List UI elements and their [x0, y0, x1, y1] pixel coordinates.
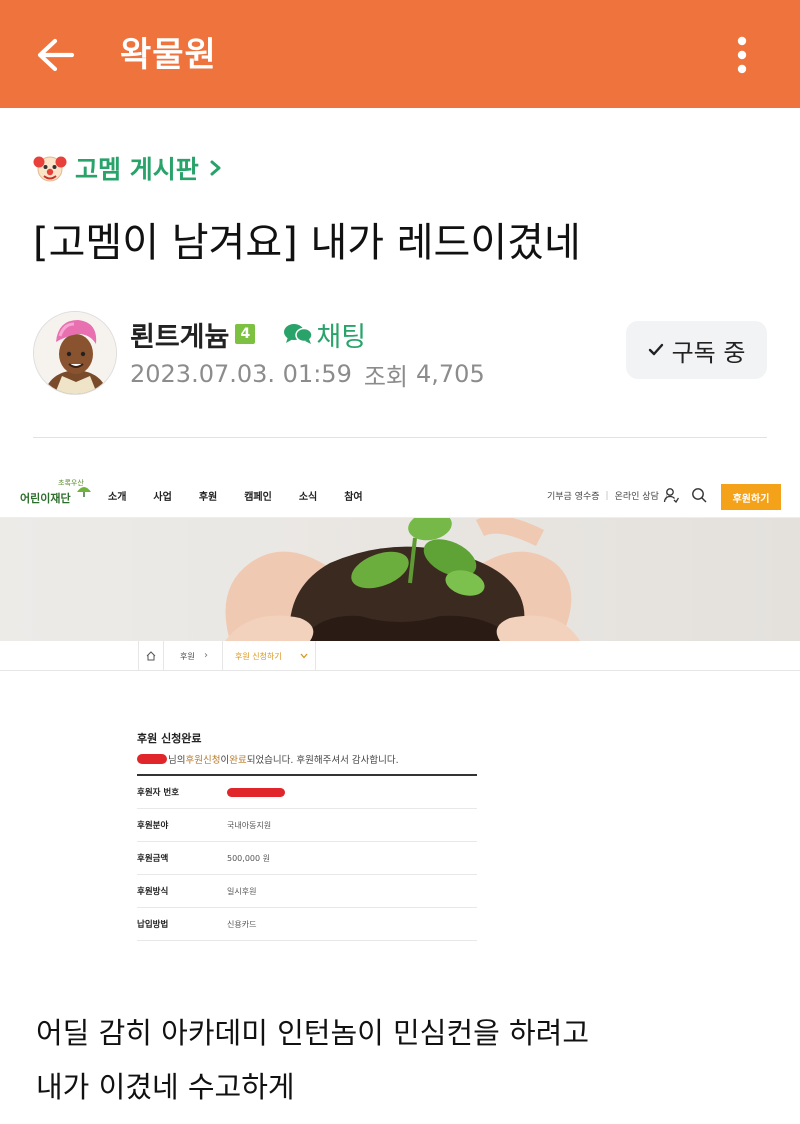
kebab-menu-icon [737, 36, 747, 74]
views-count: 4,705 [416, 360, 485, 388]
chat-bubbles-icon [284, 324, 314, 344]
table-row: 후원금액 500,000 원 [137, 842, 477, 875]
chat-link[interactable]: 채팅 [283, 315, 366, 354]
row-label: 후원자 번호 [137, 788, 180, 798]
more-options-button[interactable] [722, 30, 762, 80]
row-label: 후원분야 [137, 821, 169, 831]
complete-message: 님의 후원신청 이 완료 되었습니다. 후원해주셔서 감사합니다. [137, 752, 399, 766]
breadcrumb: 후원 › 후원 신청하기 [0, 641, 800, 671]
home-icon [146, 651, 156, 661]
crumb-separator: › [204, 650, 208, 661]
table-row: 후원자 번호 [137, 776, 477, 809]
row-value: 500,000 원 [227, 853, 270, 863]
site-menu-item: 소식 [298, 492, 318, 503]
board-link[interactable]: 고멤 게시판 [33, 148, 223, 188]
row-label: 후원방식 [137, 887, 169, 897]
message-accent: 후원신청 [185, 755, 221, 766]
donation-info-table: 후원자 번호 후원분야 국내아동지원 후원금액 500,000 원 후원방식 일… [137, 774, 477, 941]
site-util-link: 기부금 영수증 [547, 492, 600, 502]
site-menu: 소개 사업 후원 캠페인 소식 참여 [108, 488, 390, 503]
author-avatar[interactable] [33, 311, 117, 395]
row-value: 국내아동지원 [227, 820, 272, 830]
site-menu-item: 소개 [108, 492, 127, 503]
message-accent: 완료 [229, 755, 247, 766]
embedded-screenshot: 초록우산 어린이재단 소개 사업 후원 캠페인 소식 참여 기부금 영수증 | … [0, 470, 800, 980]
site-menu-item: 캠페인 [244, 492, 272, 503]
umbrella-leaf-icon [77, 487, 91, 497]
hero-banner-image [0, 518, 800, 641]
complete-title: 후원 신청완료 [137, 732, 202, 745]
back-button[interactable] [30, 30, 80, 80]
post-date: 2023.07.03. 01:59 [130, 360, 352, 388]
message-part: 이 [220, 755, 230, 766]
message-part: 되었습니다. 후원해주셔서 감사합니다. [246, 755, 399, 766]
divider [33, 437, 767, 438]
chevron-down-icon [300, 653, 308, 659]
util-separator: | [605, 490, 609, 501]
subscribe-button[interactable]: 구독 중 [626, 321, 767, 379]
author-line: 뢴트게늄 4 채팅 [130, 314, 366, 354]
author-name[interactable]: 뢴트게늄 [130, 315, 229, 354]
site-logo-main: 어린이재단 [20, 492, 71, 505]
board-name: 고멤 게시판 [75, 155, 199, 184]
site-nav: 초록우산 어린이재단 소개 사업 후원 캠페인 소식 참여 기부금 영수증 | … [0, 470, 800, 518]
site-menu-item: 참여 [344, 492, 363, 503]
arrow-left-icon [37, 38, 75, 72]
app-title: 왁물원 [120, 35, 217, 75]
table-row: 납입방법 신용카드 [137, 908, 477, 941]
row-label: 후원금액 [137, 854, 169, 864]
crumb-home [138, 641, 164, 671]
clown-face-icon [33, 156, 67, 182]
level-badge: 4 [235, 324, 256, 344]
site-menu-item: 사업 [153, 492, 172, 503]
site-menu-item: 후원 [198, 492, 218, 503]
post-body-line: 어딜 감히 아카데미 인턴놈이 민심컨을 하려고 [36, 1016, 590, 1050]
chat-label: 채팅 [316, 321, 367, 353]
redaction-mark [227, 787, 285, 797]
views-label: 조회 [363, 362, 409, 391]
post-body-line: 내가 이겼네 수고하게 [36, 1070, 295, 1104]
search-icon [692, 488, 707, 503]
row-value: 일시후원 [227, 886, 257, 896]
site-util-links: 기부금 영수증 | 온라인 상담 | [547, 489, 674, 503]
subscribe-label: 구독 중 [671, 338, 746, 367]
post-meta: 2023.07.03. 01:59 조회 4,705 [130, 356, 485, 392]
check-icon [648, 343, 663, 356]
row-label: 납입방법 [137, 920, 169, 930]
site-util-link: 온라인 상담 [614, 492, 659, 502]
table-row: 후원분야 국내아동지원 [137, 809, 477, 842]
site-logo: 초록우산 어린이재단 [20, 479, 91, 506]
row-value: 신용카드 [227, 919, 257, 929]
crumb-item: 후원 [180, 651, 195, 661]
message-part: 님의 [168, 755, 186, 766]
site-donate-button: 후원하기 [721, 484, 781, 510]
post-title: [고멤이 남겨요] 내가 레드이겼네 [33, 220, 581, 266]
user-icon [663, 488, 679, 503]
avatar-illustration [34, 312, 116, 394]
redaction-mark [137, 754, 167, 764]
chevron-right-icon [210, 160, 221, 176]
app-bar: 왁물원 [0, 0, 800, 108]
table-row: 후원방식 일시후원 [137, 875, 477, 908]
